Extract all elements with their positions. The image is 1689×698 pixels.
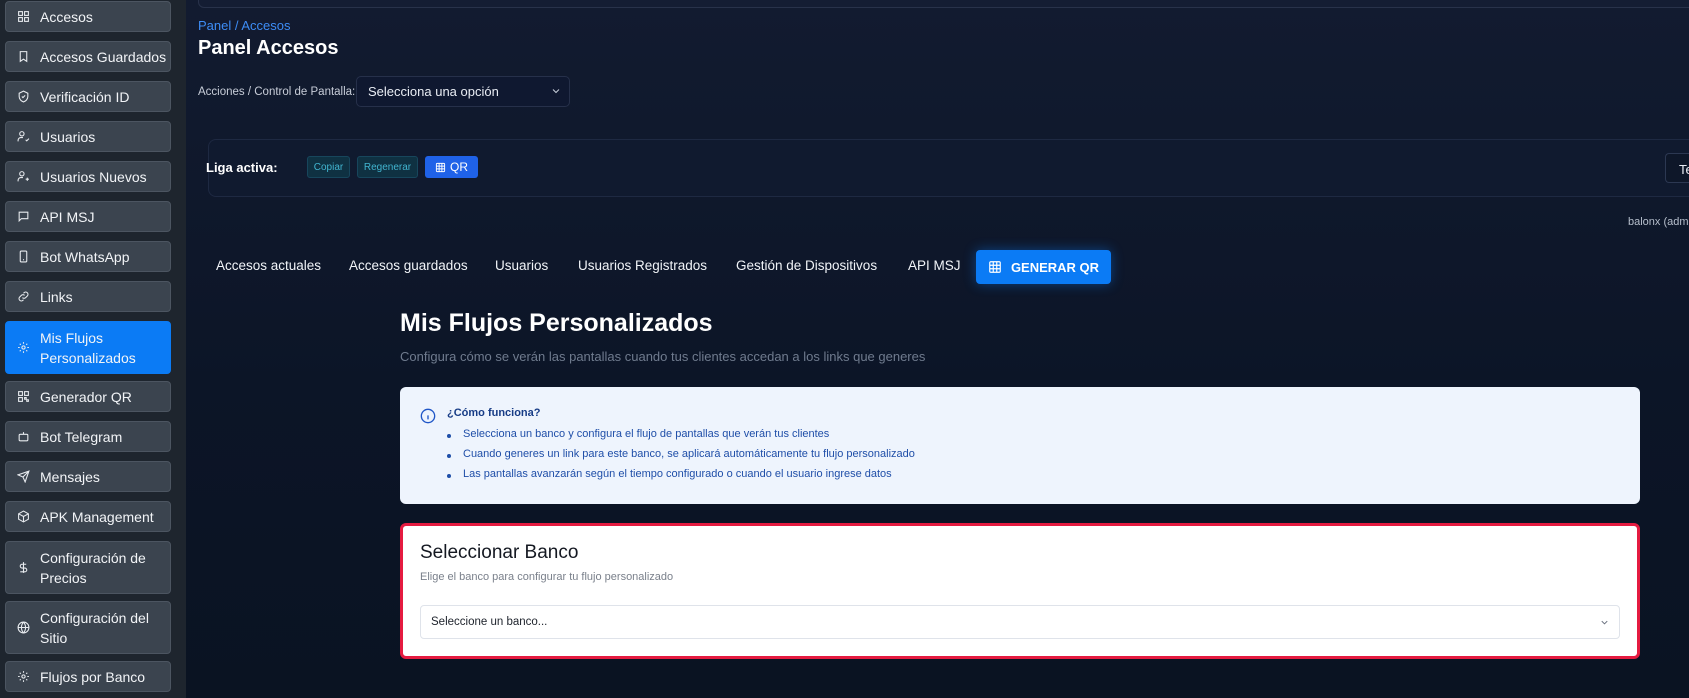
- tab-api-msj[interactable]: API MSJ: [908, 258, 961, 273]
- qr-icon: [989, 261, 1001, 273]
- sidebar-item-label: Links: [40, 288, 73, 305]
- package-icon: [15, 509, 31, 525]
- qr-icon: [435, 162, 446, 172]
- sidebar-item-label: Configuración del Sitio: [40, 609, 149, 646]
- info-line: Cuando generes un link para este banco, …: [463, 448, 915, 460]
- qr-button[interactable]: QR: [425, 156, 478, 178]
- sidebar-item-label: Mensajes: [40, 468, 100, 485]
- tab-generar-qr[interactable]: GENERAR QR: [976, 250, 1111, 284]
- tab-usuarios[interactable]: Usuarios: [495, 258, 548, 273]
- bank-select[interactable]: Seleccione un banco...: [420, 605, 1620, 639]
- sidebar-item-label: Bot Telegram: [40, 428, 123, 445]
- action-select-value: Selecciona una opción: [368, 84, 499, 99]
- tab-usuarios-registrados[interactable]: Usuarios Registrados: [578, 258, 707, 273]
- sidebar-item-apk-management[interactable]: APK Management: [5, 501, 171, 532]
- tab-generar-qr-label: GENERAR QR: [1010, 259, 1100, 275]
- gear-icon: [15, 669, 31, 685]
- tab-accesos-actuales[interactable]: Accesos actuales: [216, 258, 321, 273]
- chevron-down-icon: [1599, 617, 1610, 628]
- info-box: [400, 387, 1640, 504]
- send-icon: [15, 469, 31, 485]
- dollar-icon: [15, 560, 31, 576]
- message-icon: [15, 209, 31, 225]
- link-icon: [15, 289, 31, 305]
- flows-title: Mis Flujos Personalizados: [400, 309, 713, 337]
- user-tag: balonx (adm: [1628, 216, 1689, 228]
- qr-icon: [15, 389, 31, 405]
- globe-icon: [15, 620, 31, 636]
- sidebar-item-api-msj[interactable]: API MSJ: [5, 201, 171, 232]
- sidebar-item-usuarios[interactable]: Usuarios: [5, 121, 171, 152]
- user-check-icon: [15, 129, 31, 145]
- sidebar-item-bot-telegram[interactable]: Bot Telegram: [5, 421, 171, 452]
- sidebar: Accesos Accesos Guardados Verificación I…: [0, 0, 186, 698]
- user-plus-icon: [15, 169, 31, 185]
- sidebar-item-label: APK Management: [40, 508, 154, 525]
- sidebar-item-label: Mis Flujos Personalizados: [40, 329, 136, 366]
- chevron-down-icon: [550, 85, 562, 97]
- bullet: [447, 474, 451, 478]
- sidebar-item-generador-qr[interactable]: Generador QR: [5, 381, 171, 412]
- sidebar-item-label: Usuarios Nuevos: [40, 168, 147, 185]
- sidebar-item-label: Generador QR: [40, 388, 132, 405]
- page-title: Panel Accesos: [198, 37, 339, 59]
- info-title: ¿Cómo funciona?: [447, 407, 541, 419]
- sidebar-item-configuracion-precios[interactable]: Configuración de Precios: [5, 541, 171, 594]
- sidebar-item-mis-flujos[interactable]: Mis Flujos Personalizados: [5, 321, 171, 374]
- sidebar-item-label: Accesos: [40, 8, 93, 25]
- liga-label: Liga activa:: [206, 160, 278, 175]
- sidebar-item-label: Usuarios: [40, 128, 96, 145]
- grid-icon: [15, 9, 31, 25]
- breadcrumb[interactable]: Panel / Accesos: [198, 18, 291, 33]
- phone-icon: [15, 249, 31, 265]
- action-select[interactable]: Selecciona una opción: [356, 76, 570, 107]
- bank-title: Seleccionar Banco: [420, 542, 579, 563]
- gear-icon: [15, 340, 31, 356]
- flows-subtitle: Configura cómo se verán las pantallas cu…: [400, 349, 926, 364]
- sidebar-item-label: Bot WhatsApp: [40, 248, 130, 265]
- bank-subtitle: Elige el banco para configurar tu flujo …: [420, 571, 674, 583]
- tab-gestion-dispositivos[interactable]: Gestión de Dispositivos: [736, 258, 877, 273]
- right-cut-button[interactable]: Te: [1665, 153, 1689, 183]
- sidebar-item-verificacion-id[interactable]: Verificación ID: [5, 81, 171, 112]
- sidebar-item-mensajes[interactable]: Mensajes: [5, 461, 171, 492]
- control-label: Acciones / Control de Pantalla:: [198, 86, 356, 98]
- bot-icon: [15, 429, 31, 445]
- sidebar-item-accesos[interactable]: Accesos: [5, 1, 171, 32]
- sidebar-item-links[interactable]: Links: [5, 281, 171, 312]
- bookmark-icon: [15, 49, 31, 65]
- tab-accesos-guardados[interactable]: Accesos guardados: [349, 258, 468, 273]
- bullet: [447, 454, 451, 458]
- sidebar-item-label: Verificación ID: [40, 88, 130, 105]
- sidebar-item-usuarios-nuevos[interactable]: Usuarios Nuevos: [5, 161, 171, 192]
- info-line: Selecciona un banco y configura el flujo…: [463, 428, 830, 440]
- qr-button-label: QR: [450, 160, 468, 174]
- info-icon: [420, 408, 436, 424]
- sidebar-item-label: Accesos Guardados: [40, 48, 167, 65]
- sidebar-item-flujos-por-banco[interactable]: Flujos por Banco: [5, 661, 171, 692]
- sidebar-item-label: Flujos por Banco: [40, 668, 146, 685]
- sidebar-item-label: API MSJ: [40, 208, 95, 225]
- copy-button[interactable]: Copiar: [307, 156, 350, 178]
- bank-select-value: Seleccione un banco...: [431, 616, 548, 628]
- top-bar: [198, 0, 1689, 8]
- info-line: Las pantallas avanzarán según el tiempo …: [463, 468, 892, 480]
- bullet: [447, 434, 451, 438]
- sidebar-item-configuracion-sitio[interactable]: Configuración del Sitio: [5, 601, 171, 654]
- regenerate-button[interactable]: Regenerar: [357, 156, 418, 178]
- sidebar-item-label: Configuración de Precios: [40, 549, 146, 586]
- sidebar-item-bot-whatsapp[interactable]: Bot WhatsApp: [5, 241, 171, 272]
- sidebar-item-accesos-guardados[interactable]: Accesos Guardados: [5, 41, 171, 72]
- shield-check-icon: [15, 89, 31, 105]
